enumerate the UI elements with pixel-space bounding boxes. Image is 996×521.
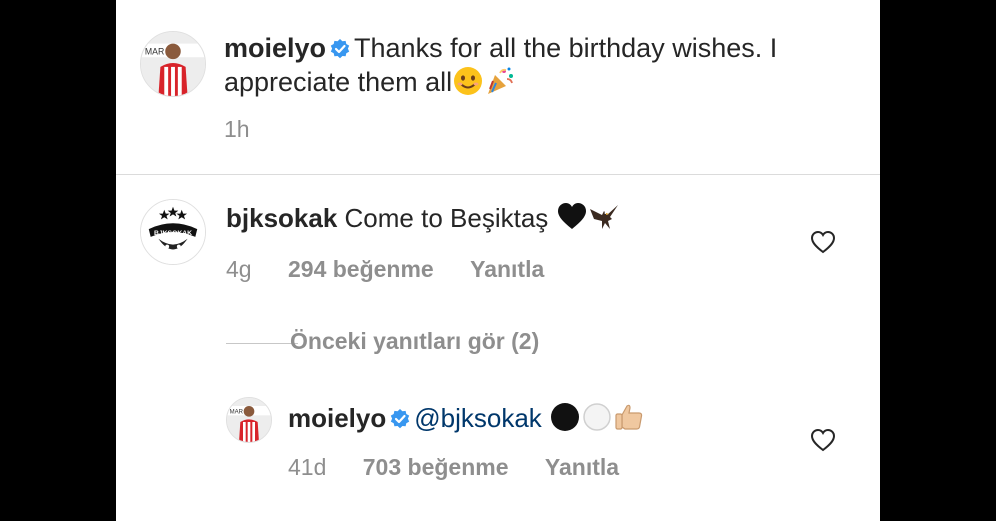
comments-panel: MAR ON moielyo Thanks for all the birthda… bbox=[116, 0, 880, 521]
verified-badge-icon bbox=[330, 39, 350, 59]
reply-mention-link[interactable]: @bjksokak bbox=[414, 403, 542, 433]
eagle-emoji-icon bbox=[588, 201, 620, 233]
comment-text: Come to Beşiktaş bbox=[344, 203, 549, 233]
replies-divider-line bbox=[226, 343, 298, 344]
post-author-avatar[interactable]: MAR ON bbox=[140, 31, 206, 97]
player-photo-icon: MAR ON bbox=[227, 398, 271, 442]
comment-author-avatar[interactable]: BJKSOKAK bbox=[140, 199, 206, 265]
post-timestamp: 1h bbox=[224, 116, 250, 142]
black-heart-emoji-icon bbox=[556, 201, 588, 233]
post-meta: 1h bbox=[224, 115, 280, 143]
post-caption-block: MAR ON moielyo Thanks for all the birthda… bbox=[116, 0, 880, 175]
party-popper-emoji-icon bbox=[484, 65, 516, 97]
screenshot-stage: MAR ON moielyo Thanks for all the birthda… bbox=[0, 0, 996, 521]
comment-like-heart-icon[interactable] bbox=[810, 230, 836, 254]
post-caption-line2: appreciate them all bbox=[224, 65, 516, 99]
reply-username[interactable]: moielyo bbox=[288, 403, 386, 433]
reply-meta: 41d 703 beğenme Yanıtla bbox=[288, 453, 649, 481]
comment-meta: 4g 294 beğenme Yanıtla bbox=[226, 255, 574, 283]
post-caption-text-2: appreciate them all bbox=[224, 67, 453, 97]
avatar-text: BJKSOKAK bbox=[154, 230, 192, 237]
player-photo-icon: MAR ON bbox=[141, 32, 205, 96]
white-circle-emoji-icon bbox=[581, 401, 613, 433]
comment-timestamp: 4g bbox=[226, 256, 252, 282]
post-caption-text: Thanks for all the birthday wishes. I bbox=[354, 33, 778, 63]
view-previous-replies-button[interactable]: Önceki yanıtları gör (2) bbox=[290, 328, 539, 358]
comment-text-line: bjksokak Come to Beşiktaş bbox=[226, 201, 620, 235]
reply-author-avatar[interactable]: MAR ON bbox=[226, 397, 272, 443]
thumbs-up-emoji-icon bbox=[613, 401, 645, 433]
reply-likes[interactable]: 703 beğenme bbox=[363, 454, 509, 480]
reply-like-heart-icon[interactable] bbox=[810, 428, 836, 452]
view-previous-replies-label: Önceki yanıtları gör (2) bbox=[290, 328, 540, 354]
reply-text-line: moielyo @bjksokak bbox=[288, 401, 645, 435]
comment-reply-button[interactable]: Yanıtla bbox=[470, 256, 544, 282]
black-circle-emoji-icon bbox=[549, 401, 581, 433]
verified-badge-icon bbox=[390, 409, 410, 429]
comment-username[interactable]: bjksokak bbox=[226, 203, 337, 233]
smiling-face-emoji-icon bbox=[452, 65, 484, 97]
reply-reply-button[interactable]: Yanıtla bbox=[545, 454, 619, 480]
post-caption-line1: moielyo Thanks for all the birthday wishe… bbox=[224, 31, 777, 65]
reply-timestamp: 41d bbox=[288, 454, 327, 480]
post-username[interactable]: moielyo bbox=[224, 33, 326, 63]
bjksokak-logo-icon: BJKSOKAK bbox=[141, 200, 205, 264]
comment-likes[interactable]: 294 beğenme bbox=[288, 256, 434, 282]
